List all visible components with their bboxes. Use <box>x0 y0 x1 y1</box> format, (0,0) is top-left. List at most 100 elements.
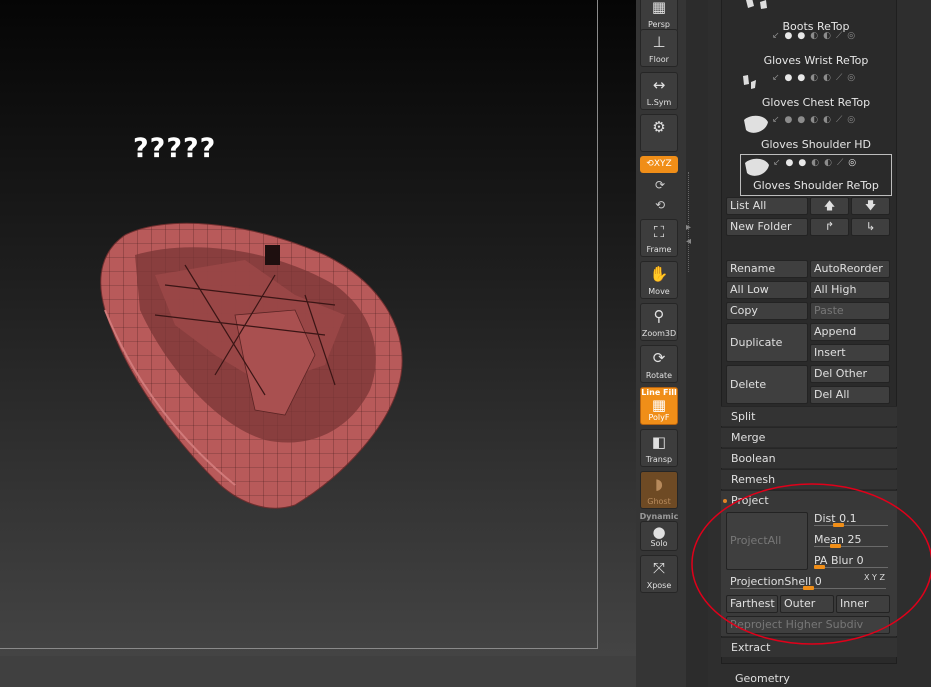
rotate-icon: ⟳ <box>652 349 666 367</box>
boolean-section[interactable]: Boolean <box>721 448 897 468</box>
move-out-button[interactable]: ↳ <box>851 218 890 236</box>
subtool-thumbnail <box>744 115 768 133</box>
split-section[interactable]: Split <box>721 406 897 426</box>
solo-icon: ● <box>652 523 666 541</box>
rotate-label: Rotate <box>645 371 673 380</box>
viewport-footer <box>0 656 636 687</box>
subtool-name: Gloves Wrist ReTop <box>763 54 869 67</box>
autoreorder-button[interactable]: AutoReorder <box>810 260 890 278</box>
frame-label: Frame <box>646 245 672 254</box>
zoom-icon: ⚲ <box>653 307 665 325</box>
subtool-visibility-icons: ↙●●◐◐⟋◎ <box>772 115 861 125</box>
frame-button[interactable]: ⛶ Frame <box>640 219 678 257</box>
subtool-item[interactable]: ↙●●◐◐⟋◎ Gloves Shoulder HD <box>740 112 892 154</box>
rotate-z-icon[interactable]: ⟲ <box>650 198 670 214</box>
move-button[interactable]: ✋ Move <box>640 261 678 299</box>
insert-button[interactable]: Insert <box>810 344 890 362</box>
subtool-thumbnail <box>746 0 767 9</box>
subtool-name: Gloves Chest ReTop <box>761 96 871 109</box>
outer-button[interactable]: Outer <box>780 595 834 613</box>
xyz-label: XYZ <box>653 159 672 169</box>
local-transform-icon: ⚙ <box>652 118 666 136</box>
reproject-higher-subdiv-button[interactable]: Reproject Higher Subdiv <box>726 616 890 634</box>
solo-button[interactable]: ● Solo <box>640 521 678 551</box>
ghost-label: Ghost <box>647 497 671 506</box>
collapse-arrow-icon[interactable]: ▸ <box>686 222 691 233</box>
expanded-dot-icon <box>723 499 727 503</box>
frame-icon: ⛶ <box>653 223 665 241</box>
rotate-y-icon[interactable]: ⟳ <box>650 178 670 194</box>
dist-knob[interactable] <box>832 523 844 527</box>
ghost-button[interactable]: ◗ Ghost <box>640 471 678 509</box>
hand-icon: ✋ <box>649 265 669 283</box>
dist-track <box>814 525 888 526</box>
remesh-section[interactable]: Remesh <box>721 469 897 489</box>
move-into-button[interactable]: ↱ <box>810 218 849 236</box>
subtool-thumbnail <box>745 158 769 176</box>
xpose-button[interactable]: ⤧ Xpose <box>640 555 678 593</box>
ghost-icon: ◗ <box>655 475 663 493</box>
local-button[interactable]: ⚙ <box>640 114 678 152</box>
subtool-item[interactable]: ↙●●◐◐⟋◎ Gloves Wrist ReTop <box>740 28 892 70</box>
persp-button[interactable]: ▦ Persp <box>640 0 678 32</box>
3d-model-mesh[interactable] <box>95 215 410 515</box>
project-section[interactable]: Project <box>721 490 897 510</box>
arrow-return-icon: ↳ <box>865 220 876 233</box>
move-down-button[interactable]: 🡇 <box>851 197 890 215</box>
transparency-icon: ◧ <box>651 433 667 451</box>
solo-label: Solo <box>650 539 668 548</box>
projection-shell-knob[interactable] <box>802 586 814 590</box>
subtool-visibility-icons: ↙●●◐◐⟋◎ <box>773 158 862 168</box>
dist-slider[interactable]: Dist 0.1 <box>812 510 890 530</box>
xyz-axis-toggle[interactable]: X Y Z <box>864 573 885 582</box>
pa-blur-knob[interactable] <box>814 565 825 569</box>
project-all-button[interactable]: ProjectAll <box>726 512 808 570</box>
persp-icon: ▦ <box>651 0 667 16</box>
subtool-visibility-icons: ↙●●◐◐⟋◎ <box>772 31 861 41</box>
subtool-item[interactable]: ↙●●◐◐⟋◎ Gloves Chest ReTop <box>740 70 892 112</box>
polygrid-icon: ▦ <box>651 396 667 414</box>
subtool-visibility-icons: ↙●●◐◐⟋◎ <box>772 73 861 83</box>
lsym-button[interactable]: ↔ L.Sym <box>640 72 678 110</box>
floor-button[interactable]: ⊥ Floor <box>640 29 678 67</box>
extract-section[interactable]: Extract <box>721 637 897 657</box>
list-all-button[interactable]: List All <box>726 197 808 215</box>
xpose-label: Xpose <box>646 581 672 590</box>
zoom3d-button[interactable]: ⚲ Zoom3D <box>640 303 678 341</box>
dynamic-label: Dynamic <box>639 512 679 521</box>
all-low-button[interactable]: All Low <box>726 281 808 299</box>
xyz-rotate-button[interactable]: ⟲XYZ <box>640 156 678 173</box>
subtool-name: Gloves Shoulder HD <box>760 138 872 151</box>
subtool-item-selected[interactable]: ↙●●◐◐⟋◎ Gloves Shoulder ReTop <box>740 154 892 196</box>
transp-button[interactable]: ◧ Transp <box>640 429 678 467</box>
new-folder-button[interactable]: New Folder <box>726 218 808 236</box>
canvas-viewport[interactable]: ????? <box>0 0 636 687</box>
mean-slider[interactable]: Mean 25 <box>812 531 890 551</box>
farthest-button[interactable]: Farthest <box>726 595 778 613</box>
rotate-button[interactable]: ⟳ Rotate <box>640 345 678 383</box>
annotation-text: ????? <box>133 133 217 164</box>
all-high-button[interactable]: All High <box>810 281 890 299</box>
rename-button[interactable]: Rename <box>726 260 808 278</box>
inner-button[interactable]: Inner <box>836 595 890 613</box>
copy-button[interactable]: Copy <box>726 302 808 320</box>
zoom3d-label: Zoom3D <box>641 329 677 338</box>
move-up-button[interactable]: 🡅 <box>810 197 849 215</box>
del-all-button[interactable]: Del All <box>810 386 890 404</box>
geometry-section[interactable]: Geometry <box>735 672 790 685</box>
pa-blur-slider[interactable]: PA Blur 0 <box>812 552 890 572</box>
duplicate-button[interactable]: Duplicate <box>726 323 808 362</box>
merge-section[interactable]: Merge <box>721 427 897 447</box>
del-other-button[interactable]: Del Other <box>810 365 890 383</box>
floor-icon: ⊥ <box>652 33 666 51</box>
delete-button[interactable]: Delete <box>726 365 808 404</box>
persp-label: Persp <box>648 20 670 29</box>
mean-knob[interactable] <box>829 544 841 548</box>
panel-scroll-strip[interactable]: ▸ ◂ <box>686 0 708 687</box>
expand-arrow-icon[interactable]: ◂ <box>686 236 691 247</box>
append-button[interactable]: Append <box>810 323 890 341</box>
paste-button[interactable]: Paste <box>810 302 890 320</box>
polyf-button[interactable]: Line Fill ▦ PolyF <box>640 387 678 425</box>
subtool-panel: Boots ReTop ↙●●◐◐⟋◎ Gloves Wrist ReTop ↙… <box>708 0 931 687</box>
transp-label: Transp <box>645 455 673 464</box>
